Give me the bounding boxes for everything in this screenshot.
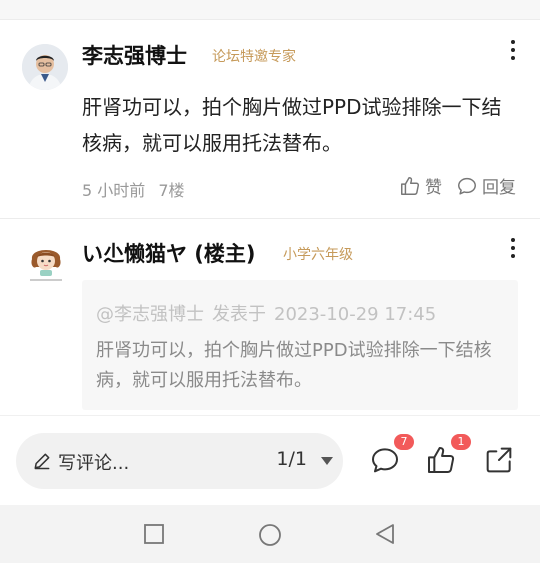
quote-text: 肝肾功可以，拍个胸片做过PPD试验排除一下结核病，就可以服用托法替布。	[96, 340, 492, 391]
comment-placeholder: 写评论...	[58, 453, 130, 474]
like-label: 赞	[425, 178, 442, 198]
post-content: 肝肾功可以，拍个胸片做过PPD试验排除一下结核病，就可以服用托法替布。	[82, 95, 502, 155]
post-time: 5 小时前	[82, 181, 146, 200]
thumb-up-button[interactable]	[425, 444, 457, 476]
share-icon	[486, 447, 512, 473]
comment-input[interactable]: 写评论... 1/1	[16, 433, 343, 489]
avatar[interactable]	[22, 239, 70, 287]
comment-button[interactable]	[369, 444, 401, 476]
reply-icon	[458, 177, 476, 195]
avatar[interactable]	[22, 44, 68, 90]
top-divider	[0, 0, 540, 20]
page-indicator[interactable]: 1/1	[276, 448, 307, 470]
like-icon	[401, 176, 420, 195]
username[interactable]: 李志强博士	[82, 40, 187, 70]
bottom-action-bar: 写评论... 1/1 7 1	[0, 415, 540, 505]
reply-post-expert: 李志强博士 论坛特邀专家 肝肾功可以，拍个胸片做过PPD试验排除一下结核病，就可…	[0, 21, 540, 218]
quote-header: @李志强博士 发表于 2023-10-29 17:45	[96, 300, 444, 326]
like-count-badge: 1	[451, 434, 471, 450]
nav-back-icon[interactable]	[374, 523, 396, 545]
post-actions: 赞 回复	[385, 173, 516, 198]
like-button[interactable]: 赞	[399, 173, 442, 198]
chevron-down-icon[interactable]	[321, 457, 333, 465]
user-level-badge: 小学六年级	[283, 247, 353, 263]
quote-author: @李志强博士	[96, 304, 204, 325]
share-button[interactable]	[483, 444, 515, 476]
comment-count-badge: 7	[394, 434, 414, 450]
quote-datetime: 2023-10-29 17:45	[274, 304, 437, 325]
reply-label: 回复	[482, 178, 516, 198]
pen-icon	[34, 453, 50, 470]
comment-icon	[372, 448, 398, 473]
username[interactable]: い尐懒猫ヤ (楼主)	[82, 238, 256, 268]
quote-posted-label: 发表于	[212, 304, 266, 325]
reply-post-op: い尐懒猫ヤ (楼主) 小学六年级 @李志强博士 发表于 2023-10-29 17:…	[0, 219, 540, 415]
nav-home-icon[interactable]	[258, 523, 282, 547]
nav-recent-icon[interactable]	[143, 523, 165, 545]
system-navigation-bar	[0, 505, 540, 563]
post-meta: 5 小时前 7楼	[82, 177, 193, 201]
thumb-up-icon	[428, 447, 455, 473]
reply-button[interactable]: 回复	[456, 173, 516, 198]
quoted-reply[interactable]: @李志强博士 发表于 2023-10-29 17:45 肝肾功可以，拍个胸片做过PP…	[82, 280, 518, 410]
user-title-badge: 论坛特邀专家	[212, 49, 296, 65]
more-icon[interactable]	[510, 40, 516, 62]
floor-number: 7楼	[158, 181, 185, 200]
more-icon[interactable]	[510, 238, 516, 260]
